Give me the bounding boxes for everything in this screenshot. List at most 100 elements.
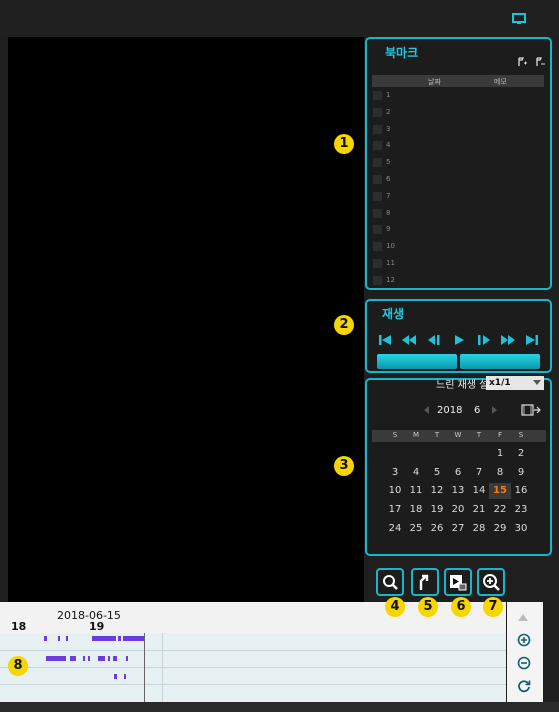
record-segment[interactable] xyxy=(92,636,116,641)
weekday-label: T xyxy=(476,431,482,439)
calendar-day[interactable]: 10 xyxy=(384,483,406,499)
calendar-day[interactable]: 9 xyxy=(510,465,532,481)
bookmark-row[interactable]: 5 xyxy=(373,155,543,170)
record-segment[interactable] xyxy=(123,636,144,641)
fast-forward-icon[interactable] xyxy=(499,333,517,347)
scroll-up-icon[interactable] xyxy=(518,614,528,621)
record-segment[interactable] xyxy=(113,656,117,661)
record-segment[interactable] xyxy=(124,674,126,679)
calendar-day[interactable]: 30 xyxy=(510,521,532,537)
calendar-day[interactable]: 2 xyxy=(510,446,532,462)
video-viewport[interactable] xyxy=(8,37,364,602)
record-segment[interactable] xyxy=(114,674,117,679)
bookmark-checkbox[interactable] xyxy=(373,175,382,184)
calendar-day[interactable]: 28 xyxy=(468,521,490,537)
calendar-day[interactable]: 1 xyxy=(489,446,511,462)
record-segment[interactable] xyxy=(108,656,110,661)
add-bookmark-icon[interactable] xyxy=(517,57,527,67)
bookmark-checkbox[interactable] xyxy=(373,242,382,252)
prev-month-icon[interactable] xyxy=(424,406,429,414)
record-segment[interactable] xyxy=(70,656,76,661)
calendar-day[interactable]: 26 xyxy=(426,521,448,537)
next-month-icon[interactable] xyxy=(492,406,497,414)
calendar-day[interactable]: 17 xyxy=(384,502,406,518)
bookmark-row-number: 10 xyxy=(386,242,395,251)
monitor-icon[interactable] xyxy=(512,13,526,25)
calendar-day[interactable]: 6 xyxy=(447,465,469,481)
callout-badge-1: 1 xyxy=(334,134,354,154)
calendar-year: 2018 xyxy=(437,405,463,416)
calendar-day[interactable]: 5 xyxy=(426,465,448,481)
playback-progress-left[interactable] xyxy=(377,354,457,369)
record-segment[interactable] xyxy=(126,656,128,661)
zoom-out-icon[interactable] xyxy=(517,656,531,670)
bookmark-checkbox[interactable] xyxy=(373,208,382,218)
export-icon[interactable] xyxy=(521,404,541,416)
record-segment[interactable] xyxy=(44,636,47,641)
record-segment[interactable] xyxy=(118,636,121,641)
remove-bookmark-icon[interactable] xyxy=(535,57,545,67)
bookmark-row[interactable]: 10 xyxy=(373,239,543,254)
record-segment[interactable] xyxy=(88,656,90,661)
bookmark-row[interactable]: 3 xyxy=(373,122,543,137)
bookmark-checkbox[interactable] xyxy=(373,158,382,168)
zoom-button[interactable] xyxy=(477,568,505,596)
record-segment[interactable] xyxy=(58,636,60,641)
calendar-day[interactable]: 14 xyxy=(468,483,490,499)
skip-to-start-icon[interactable] xyxy=(376,333,394,347)
calendar-day[interactable]: 27 xyxy=(447,521,469,537)
slow-playback-select[interactable]: x1/1 xyxy=(486,376,544,390)
calendar-day[interactable]: 13 xyxy=(447,483,469,499)
calendar-day[interactable]: 4 xyxy=(405,465,427,481)
calendar-day[interactable]: 19 xyxy=(426,502,448,518)
calendar-day[interactable]: 29 xyxy=(489,521,511,537)
calendar-day[interactable]: 16 xyxy=(510,483,532,499)
record-segment[interactable] xyxy=(83,656,85,661)
bookmark-row[interactable]: 11 xyxy=(373,256,543,271)
play-icon[interactable] xyxy=(450,333,468,347)
bookmark-row[interactable]: 12 xyxy=(373,273,543,288)
playback-progress-right[interactable] xyxy=(460,354,540,369)
refresh-icon[interactable] xyxy=(517,679,531,693)
record-segment[interactable] xyxy=(46,656,66,661)
calendar-day[interactable]: 18 xyxy=(405,502,427,518)
bookmark-row[interactable]: 1 xyxy=(373,88,543,103)
step-back-icon[interactable] xyxy=(425,333,443,347)
calendar-day[interactable]: 3 xyxy=(384,465,406,481)
calendar-day[interactable]: 15 xyxy=(489,483,511,500)
bookmark-checkbox[interactable] xyxy=(373,141,382,151)
calendar-day[interactable]: 23 xyxy=(510,502,532,518)
calendar-day[interactable]: 25 xyxy=(405,521,427,537)
bookmark-checkbox[interactable] xyxy=(373,91,382,100)
bookmark-checkbox[interactable] xyxy=(373,259,382,268)
calendar-day[interactable]: 12 xyxy=(426,483,448,499)
timeline-cursor[interactable] xyxy=(144,633,145,702)
skip-to-end-icon[interactable] xyxy=(523,333,541,347)
bookmark-row[interactable]: 8 xyxy=(373,206,543,221)
bookmark-row[interactable]: 7 xyxy=(373,189,543,204)
step-forward-icon[interactable] xyxy=(475,333,493,347)
bookmark-checkbox[interactable] xyxy=(373,275,382,285)
calendar-day[interactable]: 24 xyxy=(384,521,406,537)
calendar-day[interactable]: 22 xyxy=(489,502,511,518)
calendar-day[interactable]: 11 xyxy=(405,483,427,499)
bookmark-row[interactable]: 6 xyxy=(373,172,543,187)
record-segment[interactable] xyxy=(98,656,105,661)
record-segment[interactable] xyxy=(66,636,68,641)
bookmark-checkbox[interactable] xyxy=(373,124,382,134)
calendar-day[interactable]: 20 xyxy=(447,502,469,518)
calendar-day[interactable]: 21 xyxy=(468,502,490,518)
snapshot-play-button[interactable] xyxy=(444,568,472,596)
bookmark-checkbox[interactable] xyxy=(373,107,382,117)
export-clip-button[interactable] xyxy=(411,568,439,596)
calendar-day[interactable]: 8 xyxy=(489,465,511,481)
calendar-day[interactable]: 7 xyxy=(468,465,490,481)
bookmark-checkbox[interactable] xyxy=(373,225,382,235)
bookmark-row[interactable]: 4 xyxy=(373,138,543,153)
bookmark-checkbox[interactable] xyxy=(373,191,382,201)
bookmark-row[interactable]: 9 xyxy=(373,222,543,237)
bookmark-row[interactable]: 2 xyxy=(373,105,543,120)
search-button[interactable] xyxy=(376,568,404,596)
fast-rewind-icon[interactable] xyxy=(400,333,418,347)
zoom-in-icon[interactable] xyxy=(517,633,531,647)
